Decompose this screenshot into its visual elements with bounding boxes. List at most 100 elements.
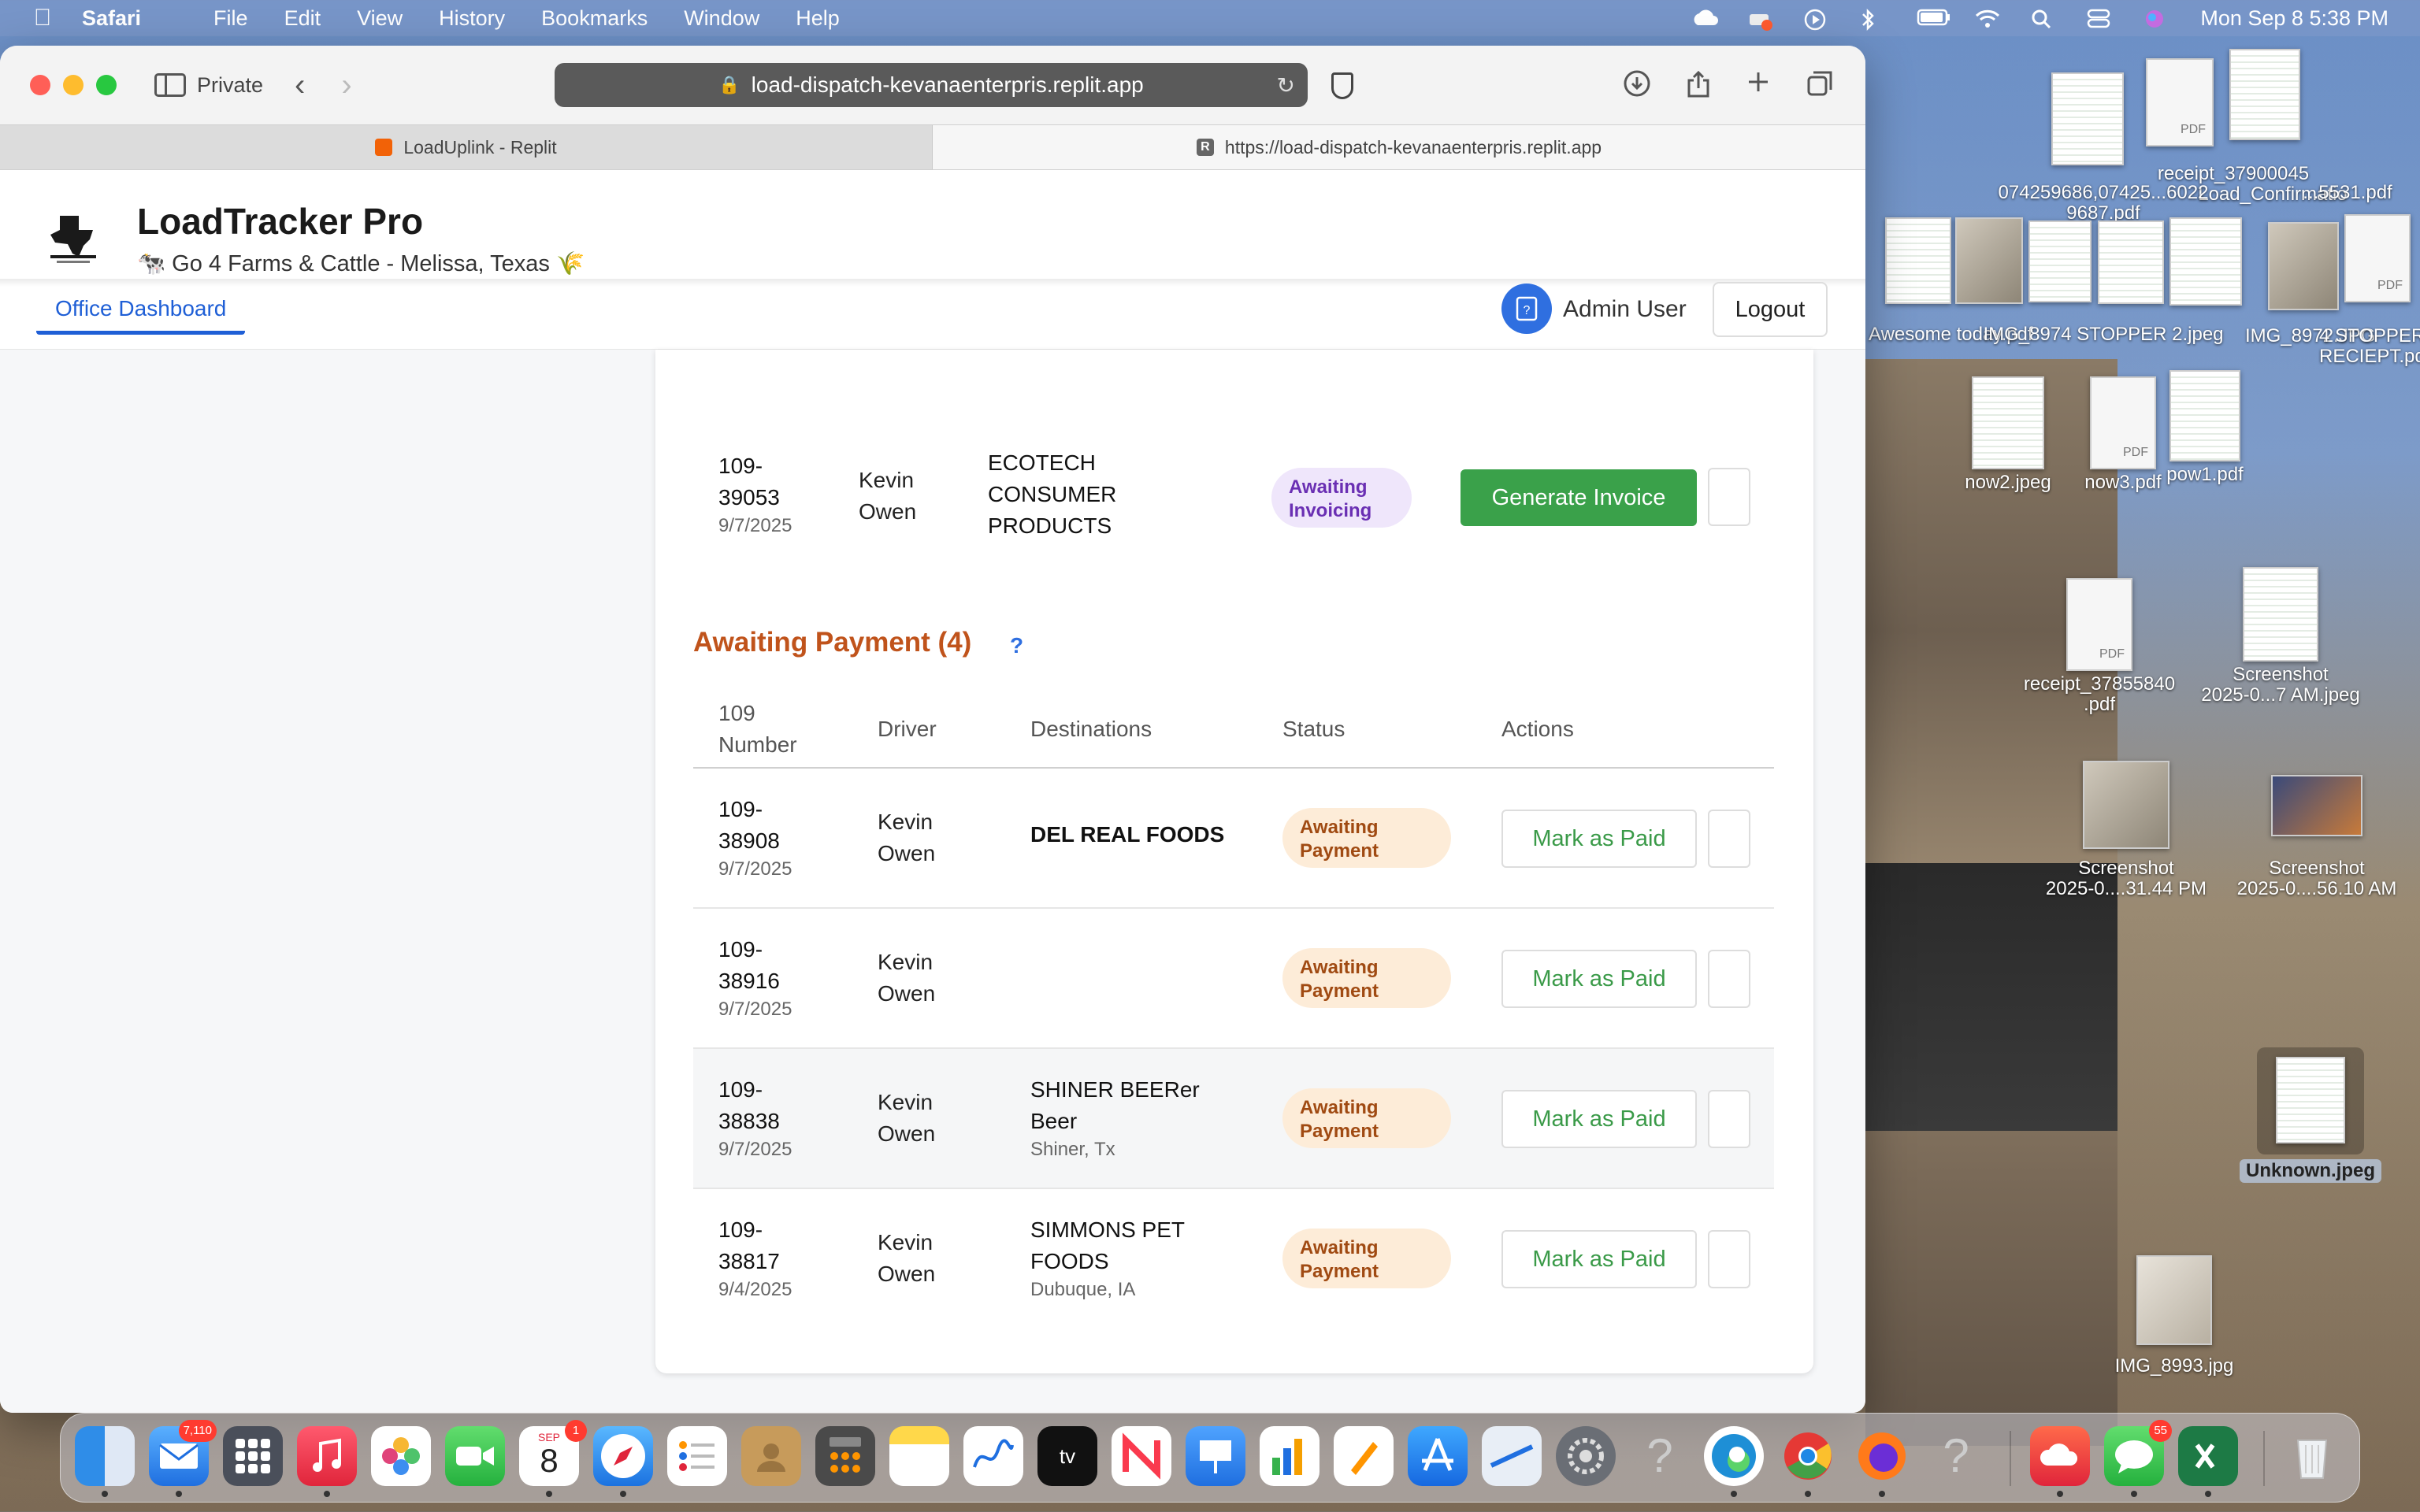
notes-icon[interactable] xyxy=(889,1426,949,1486)
icloud-icon[interactable] xyxy=(1690,8,1719,28)
tab-office-dashboard[interactable]: Office Dashboard xyxy=(36,287,246,335)
menu-bookmarks[interactable]: Bookmarks xyxy=(541,6,648,31)
system-settings-icon[interactable] xyxy=(1556,1426,1616,1486)
battery-icon[interactable] xyxy=(1917,8,1950,28)
desktop-file-img-8974[interactable] xyxy=(1954,217,2025,307)
desktop-file-load-confirmation-top[interactable] xyxy=(2221,49,2308,143)
desktop-file-receipt-37900045[interactable] xyxy=(2040,72,2135,169)
back-arrow-icon[interactable]: ‹ xyxy=(295,68,305,103)
row-extra-button[interactable] xyxy=(1708,1090,1750,1148)
row-extra-button[interactable] xyxy=(1708,1230,1750,1288)
facetime-icon[interactable] xyxy=(445,1426,505,1486)
minimize-window-button[interactable] xyxy=(63,75,84,95)
menu-window[interactable]: Window xyxy=(684,6,759,31)
printer-status-icon[interactable] xyxy=(1746,8,1773,31)
address-bar[interactable]: 🔒 load-dispatch-kevanaenterpris.replit.a… xyxy=(555,63,1308,107)
apple-tv-icon[interactable]: tv xyxy=(1037,1426,1097,1486)
tab-overview-icon[interactable] xyxy=(1806,69,1834,106)
trash-icon[interactable] xyxy=(2282,1426,2342,1486)
spotlight-search-icon[interactable] xyxy=(2030,8,2057,29)
scanner-icon[interactable] xyxy=(1482,1426,1542,1486)
contacts-icon[interactable] xyxy=(741,1426,801,1486)
mark-as-paid-button[interactable]: Mark as Paid xyxy=(1501,1230,1697,1288)
menu-history[interactable]: History xyxy=(439,6,505,31)
desktop-file-4-stopper-receipt[interactable] xyxy=(2340,214,2415,306)
logout-button[interactable]: Logout xyxy=(1713,282,1828,337)
desktop-file-screenshot-pm[interactable]: Screenshot 2025-0....31.44 PM xyxy=(2028,761,2225,899)
pdf-thumbnail xyxy=(2344,214,2411,302)
desktop-label-4-stopper: 4 STOPPER RECIEPT.pdf xyxy=(2319,325,2420,367)
tab-loaduplink-replit[interactable]: LoadUplink - Replit xyxy=(0,125,933,169)
excel-icon[interactable] xyxy=(2178,1426,2238,1497)
apple-menu-icon[interactable]:  xyxy=(19,5,66,32)
desktop-file-stopper-jpeg[interactable] xyxy=(2166,217,2245,309)
safari-icon[interactable] xyxy=(593,1426,653,1497)
row-extra-button[interactable] xyxy=(1708,810,1750,868)
music-icon[interactable] xyxy=(297,1426,357,1497)
desktop-file-now3[interactable]: now3.pdf xyxy=(2080,376,2166,493)
zoom-window-button[interactable] xyxy=(96,75,117,95)
mark-as-paid-button[interactable]: Mark as Paid xyxy=(1501,1090,1697,1148)
desktop-file-screenshot-am[interactable]: Screenshot 2025-0....56.10 AM xyxy=(2218,775,2415,899)
menu-help[interactable]: Help xyxy=(796,6,840,31)
reminders-icon[interactable] xyxy=(667,1426,727,1486)
new-tab-icon[interactable] xyxy=(1746,69,1771,106)
row-extra-button[interactable] xyxy=(1708,950,1750,1008)
desktop-file-img-8993[interactable]: IMG_8993.jpg xyxy=(2095,1255,2253,1377)
generate-invoice-button[interactable]: Generate Invoice xyxy=(1461,469,1697,526)
desktop-file-awesome-today[interactable] xyxy=(1883,217,1954,307)
desktop-file-img-8972[interactable] xyxy=(2266,222,2341,313)
forward-arrow-icon[interactable]: › xyxy=(341,68,351,103)
close-window-button[interactable] xyxy=(30,75,50,95)
desktop-file-stopper-doc[interactable] xyxy=(2095,220,2166,307)
desktop-file-screenshot-am-jpeg[interactable]: Screenshot 2025-0...7 AM.jpeg xyxy=(2190,567,2371,706)
photos-icon[interactable] xyxy=(371,1426,431,1486)
calendar-icon[interactable]: SEP 8 1 xyxy=(519,1420,587,1497)
control-center-icon[interactable] xyxy=(2087,8,2114,28)
menu-app-safari[interactable]: Safari xyxy=(82,6,141,31)
messages-icon[interactable]: 55 xyxy=(2104,1420,2172,1497)
desktop-file-stopper-2[interactable] xyxy=(2025,220,2095,306)
creative-cloud-icon[interactable] xyxy=(2030,1426,2090,1497)
reload-icon[interactable]: ↻ xyxy=(1277,72,1295,98)
finder-icon[interactable] xyxy=(75,1426,135,1497)
mail-icon[interactable]: 7,110 xyxy=(149,1420,217,1497)
edge-icon[interactable] xyxy=(1704,1426,1764,1497)
numbers-icon[interactable] xyxy=(1260,1426,1319,1486)
bluetooth-icon[interactable] xyxy=(1860,8,1887,32)
pages-icon[interactable] xyxy=(1334,1426,1394,1486)
desktop-file-receipt-37855840[interactable]: receipt_37855840 .pdf xyxy=(2001,578,2198,715)
siri-icon[interactable] xyxy=(2143,8,2170,28)
unknown-app-icon[interactable]: ? xyxy=(1630,1426,1690,1486)
desktop-file-pdf-top[interactable] xyxy=(2136,58,2223,150)
desktop-file-unknown-jpeg[interactable]: Unknown.jpeg xyxy=(2236,1047,2385,1183)
freeform-icon[interactable] xyxy=(963,1426,1023,1486)
desktop-file-pow1[interactable]: pow1.pdf xyxy=(2162,370,2248,485)
unknown-app-icon-2[interactable]: ? xyxy=(1926,1426,1986,1486)
downloads-icon[interactable] xyxy=(1623,69,1651,106)
privacy-shield-icon[interactable] xyxy=(1331,72,1353,99)
app-store-icon[interactable] xyxy=(1408,1426,1468,1486)
column-header-status: Status xyxy=(1282,717,1345,741)
row-extra-button[interactable] xyxy=(1708,468,1750,526)
mark-as-paid-button[interactable]: Mark as Paid xyxy=(1501,950,1697,1008)
sidebar-toggle-icon[interactable] xyxy=(154,73,186,97)
destination: ECOTECH CONSUMER PRODUCTS xyxy=(988,450,1117,538)
news-icon[interactable] xyxy=(1112,1426,1171,1486)
desktop-file-now2[interactable]: now2.jpeg xyxy=(1965,376,2051,493)
menu-edit[interactable]: Edit xyxy=(284,6,321,31)
chrome-icon[interactable] xyxy=(1778,1426,1838,1497)
menu-file[interactable]: File xyxy=(213,6,248,31)
keynote-icon[interactable] xyxy=(1186,1426,1245,1486)
launchpad-icon[interactable] xyxy=(223,1426,283,1486)
calculator-icon[interactable] xyxy=(815,1426,875,1486)
wifi-icon[interactable] xyxy=(1973,8,2000,28)
firefox-icon[interactable] xyxy=(1852,1426,1912,1497)
play-icon[interactable] xyxy=(1803,8,1830,31)
menubar-clock[interactable]: Mon Sep 8 5:38 PM xyxy=(2200,6,2388,31)
share-icon[interactable] xyxy=(1686,69,1711,106)
menu-view[interactable]: View xyxy=(357,6,403,31)
mark-as-paid-button[interactable]: Mark as Paid xyxy=(1501,810,1697,868)
help-icon[interactable]: ? xyxy=(1010,633,1023,658)
tab-load-dispatch[interactable]: R https://load-dispatch-kevanaenterpris.… xyxy=(933,125,1865,169)
